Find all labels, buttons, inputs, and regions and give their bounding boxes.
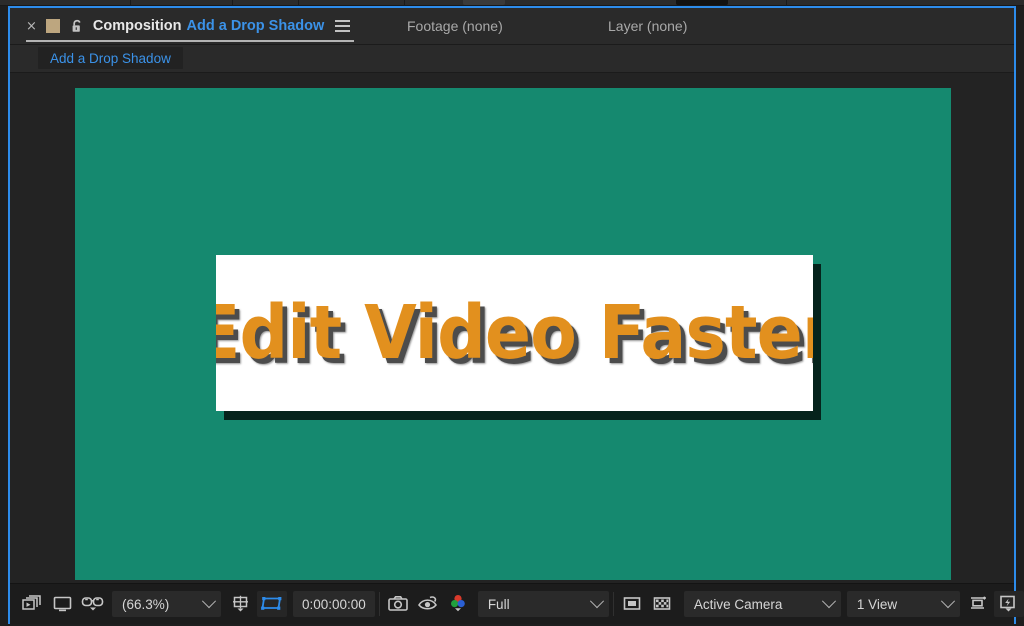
3d-glasses-icon[interactable] [78, 591, 108, 617]
panel-tab-nub [676, 0, 728, 5]
tab-footage[interactable]: Footage (none) [395, 8, 515, 44]
chevron-down-icon [201, 594, 217, 609]
white-card[interactable]: Edit Video Faster [216, 255, 813, 411]
magnification-dropdown[interactable]: (66.3%) [112, 591, 221, 617]
current-time-field[interactable]: 0:00:00:00 [293, 591, 375, 617]
toggle-pixel-aspect-correction-icon[interactable] [964, 591, 994, 617]
composition-text: Edit Video Faster [216, 290, 813, 376]
choose-grid-and-guide-options-icon[interactable] [227, 591, 257, 617]
camera-dropdown[interactable]: Active Camera [683, 591, 841, 617]
composition-navigator-bar: Add a Drop Shadow [10, 45, 1014, 73]
toolbar-divider [612, 592, 614, 616]
tab-title: Composition [92, 18, 182, 34]
composition-breadcrumb-item[interactable]: Add a Drop Shadow [38, 47, 183, 69]
tab-composition-name: Add a Drop Shadow [186, 18, 325, 34]
views-value: 1 View [856, 596, 898, 612]
tab-composition[interactable]: × Composition Add a Drop Shadow [18, 8, 361, 44]
resolution-value: Full [487, 596, 510, 612]
text-card-group[interactable]: Edit Video Faster [216, 255, 821, 420]
chevron-down-icon [821, 594, 836, 609]
viewer-canvas-area[interactable]: Edit Video Faster [10, 74, 1014, 581]
region-of-interest-icon[interactable] [257, 591, 287, 617]
toggle-transparency-grid-icon[interactable] [618, 591, 648, 617]
panel-menu-icon[interactable] [335, 20, 351, 32]
fast-previews-icon[interactable] [993, 591, 1024, 617]
composition-color-swatch[interactable] [45, 19, 60, 33]
toolbar-divider [378, 592, 380, 616]
show-channel-icon[interactable] [444, 591, 474, 617]
camera-value: Active Camera [693, 596, 783, 612]
take-snapshot-icon[interactable] [384, 591, 414, 617]
tab-layer-label: Layer (none) [608, 18, 688, 34]
magnification-value: (66.3%) [122, 596, 170, 612]
tab-layer[interactable]: Layer (none) [596, 8, 699, 44]
chevron-down-icon [940, 594, 955, 609]
viewer-tab-bar: × Composition Add a Drop Shadow Footage … [10, 8, 1014, 45]
viewer-toolbar: (66.3%) 0:00:00:00 Full Active Camera 1 … [10, 583, 1024, 624]
show-snapshot-icon[interactable] [414, 591, 444, 617]
toggle-alpha-boundaries-icon[interactable] [648, 591, 678, 617]
always-preview-this-view-icon[interactable] [18, 591, 48, 617]
unlock-icon[interactable] [70, 19, 84, 34]
close-icon[interactable]: × [26, 20, 37, 33]
composition-stage[interactable]: Edit Video Faster [75, 88, 951, 580]
views-dropdown[interactable]: 1 View [846, 591, 960, 617]
main-viewer-icon[interactable] [48, 591, 78, 617]
composition-viewer-panel: × Composition Add a Drop Shadow Footage … [8, 6, 1024, 624]
panel-tab-nub [463, 0, 505, 5]
resolution-dropdown[interactable]: Full [477, 591, 609, 617]
chevron-down-icon [589, 594, 604, 609]
after-effects-viewer-panel: × Composition Add a Drop Shadow Footage … [0, 0, 1024, 626]
tab-footage-label: Footage (none) [407, 18, 503, 34]
